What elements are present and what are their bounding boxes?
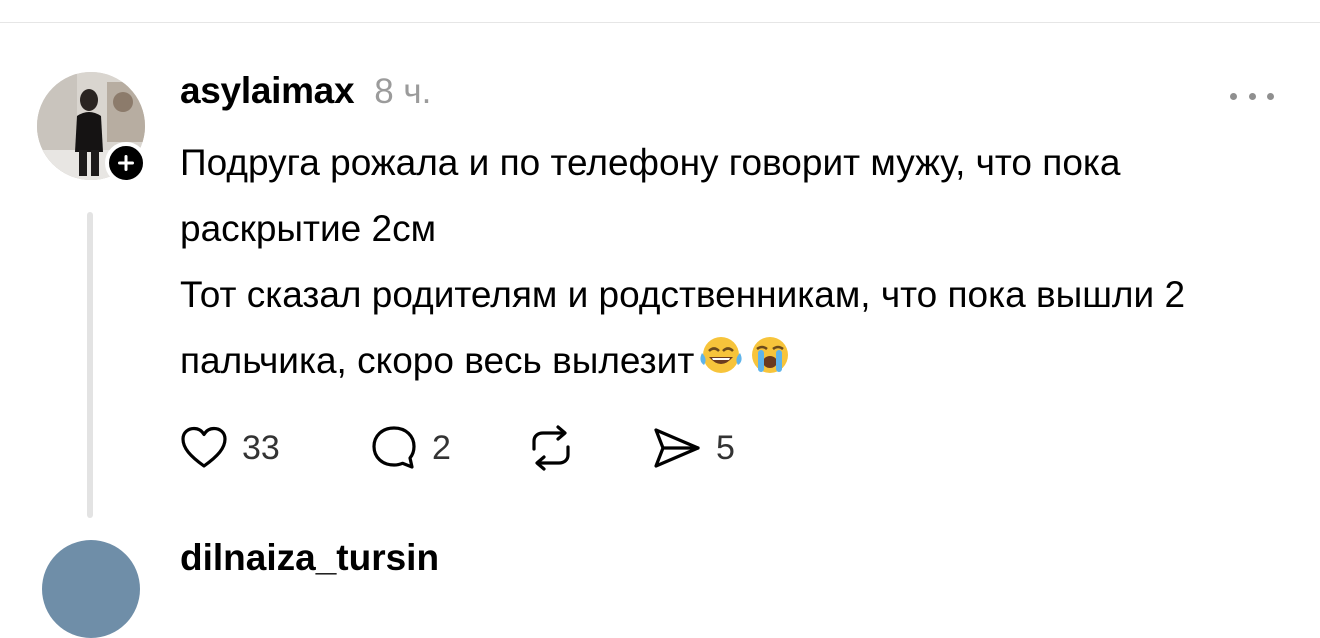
like-count: 33 (242, 428, 280, 467)
reply-button[interactable]: 2 (370, 425, 526, 471)
next-post-username[interactable]: dilnaiza_tursin (180, 538, 439, 578)
post-meta: asylaimax 8 ч. (180, 70, 1280, 120)
face-with-tears-of-joy-icon (698, 330, 744, 396)
reply-count: 2 (432, 428, 451, 467)
post: asylaimax 8 ч. Подруга рожала и по телеф… (180, 70, 1280, 396)
loudly-crying-face-icon (748, 330, 792, 396)
comment-bubble-icon (372, 426, 416, 469)
like-button[interactable]: 33 (180, 426, 370, 470)
more-dot-icon (1248, 92, 1256, 100)
follow-button[interactable] (105, 142, 147, 184)
more-dot-icon (1267, 92, 1274, 100)
more-options-button[interactable] (1230, 86, 1274, 106)
username[interactable]: asylaimax (180, 70, 355, 112)
post-time: 8 ч. (374, 72, 432, 111)
post-paragraph-2-text: Тот сказал родителям и родственникам, чт… (180, 274, 1186, 381)
share-button[interactable]: 5 (652, 426, 735, 470)
post-paragraph-2: Тот сказал родителям и родственникам, чт… (180, 262, 1280, 396)
post-paragraph-1: Подруга рожала и по телефону говорит муж… (180, 142, 1121, 249)
plus-icon (118, 155, 134, 171)
more-dot-icon (1230, 92, 1237, 100)
repost-icon (532, 425, 570, 471)
repost-button[interactable] (526, 425, 652, 471)
next-post-avatar[interactable] (42, 540, 140, 638)
heart-icon (181, 426, 227, 468)
thread-line (87, 212, 93, 518)
post-actions: 33 2 5 (180, 420, 735, 476)
top-divider (0, 22, 1320, 23)
share-count: 5 (716, 428, 735, 467)
share-arrow-icon (654, 428, 700, 468)
